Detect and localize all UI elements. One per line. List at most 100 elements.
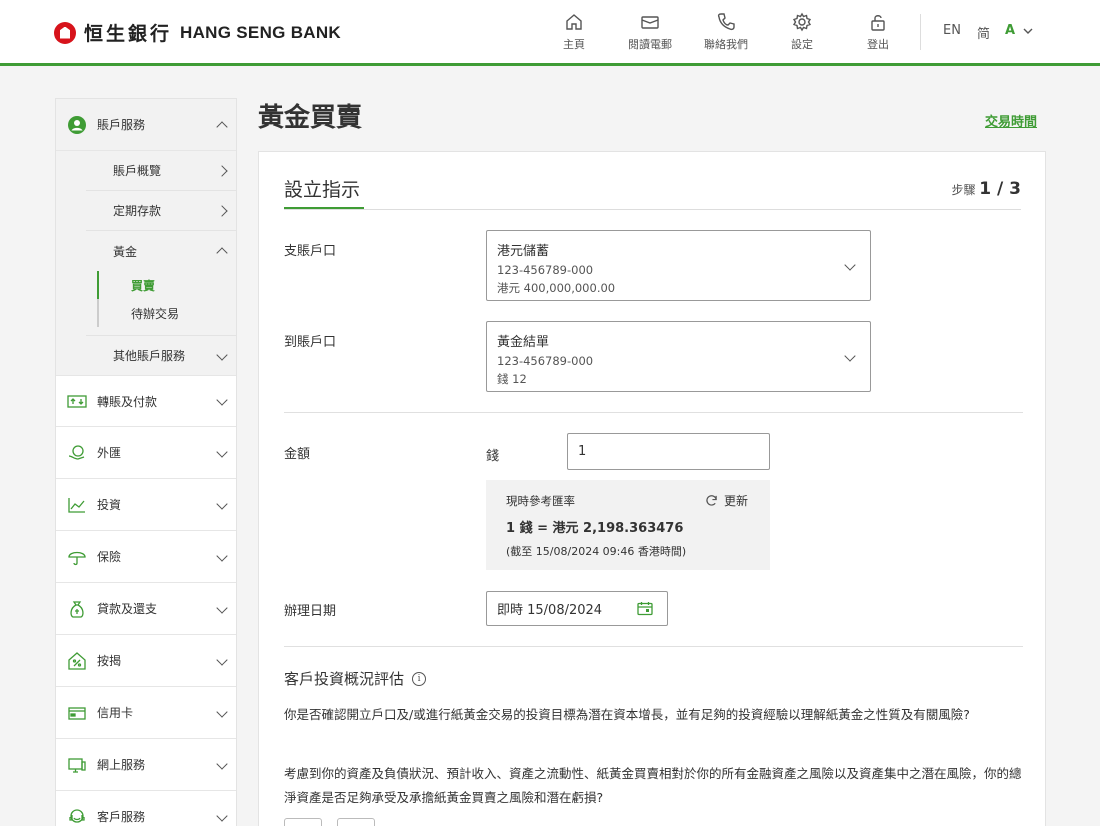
computer-icon (68, 757, 86, 773)
sidebar-item-label: 網上服務 (97, 758, 146, 772)
chevron-down-icon (216, 601, 228, 614)
sidebar-item-label: 黃金 (113, 244, 138, 259)
sidebar-item-label: 賬戶服務 (97, 118, 146, 132)
assessment-question-2: 考慮到你的資產及負債狀況、預計收入、資產之流動性、紙黃金買賣相對於你的所有金融資… (284, 766, 1022, 805)
section-title-underline (284, 207, 364, 209)
rate-line: 1 錢 = 港元 2,198.363476 (506, 517, 750, 536)
reference-rate-box: 現時參考匯率 更新 1 錢 = 港元 2,198.363476 (截至 15/0… (486, 480, 770, 570)
sidebar-item-online-services[interactable]: 網上服務 (56, 739, 236, 791)
nav-contact-label: 聯絡我們 (704, 38, 748, 51)
chevron-up-icon (216, 247, 228, 259)
chart-line-icon (68, 497, 85, 513)
sidebar-item-label: 投資 (97, 498, 122, 512)
sidebar-item-invest[interactable]: 投資 (56, 479, 236, 531)
nav-home[interactable]: 主頁 (539, 12, 609, 52)
chevron-right-icon (216, 164, 228, 177)
fx-icon (68, 444, 85, 460)
amount-unit: 錢 (486, 449, 500, 464)
mail-icon (641, 16, 659, 29)
page-title: 黃金買賣 (258, 103, 363, 133)
sidebar-item-fx[interactable]: 外匯 (56, 427, 236, 479)
chevron-down-icon (1023, 28, 1033, 34)
instruction-card: 設立指示 步驟 1 / 3 支賬戶口 港元儲蓄 123-456789-000 港… (258, 151, 1046, 826)
sidebar-item-customer-service[interactable]: 客戶服務 (56, 791, 236, 826)
assessment-title: 客戶投資概況評估 i (284, 668, 427, 689)
sidebar-item-label: 待辦交易 (131, 306, 180, 321)
chevron-down-icon (216, 497, 228, 510)
sidebar-item-account-overview[interactable]: 賬戶概覽 (86, 151, 236, 191)
chevron-down-icon (216, 445, 228, 458)
chevron-down-icon (216, 653, 228, 666)
rate-refresh-button[interactable]: 更新 (705, 492, 748, 509)
phone-icon (717, 13, 735, 31)
sidebar-item-label: 保險 (97, 550, 122, 564)
sidebar-item-label: 其他賬戶服務 (113, 349, 186, 363)
chevron-right-icon (216, 204, 228, 217)
to-account-label: 到賬戶口 (284, 335, 337, 350)
step-value: 1 / 3 (979, 179, 1021, 199)
date-label: 辦理日期 (284, 604, 337, 619)
top-header: 恒生銀行 HANG SENG BANK 主頁 閱讀電郵 聯絡我們 設定 登出 E… (0, 0, 1100, 66)
chevron-down-icon (216, 549, 228, 562)
logo-chinese-name: 恒生銀行 (84, 23, 173, 45)
to-account-select[interactable]: 黃金結單 123-456789-000 錢 12 (486, 321, 871, 392)
lang-en-link[interactable]: EN (943, 23, 961, 38)
from-account-select[interactable]: 港元儲蓄 123-456789-000 港元 400,000,000.00 (486, 230, 871, 301)
account-submenu: 賬戶概覽 定期存款 黃金 買賣 待辦交易 其他賬戶服務 (56, 151, 236, 375)
sidebar-item-label: 轉賬及付款 (97, 394, 158, 409)
bank-logo[interactable]: 恒生銀行 HANG SENG BANK (54, 19, 341, 46)
customer-service-icon (69, 808, 85, 823)
nav-mail[interactable]: 閱讀電郵 (615, 12, 685, 52)
sidebar-item-label: 買賣 (131, 278, 156, 293)
transfer-icon (67, 395, 87, 408)
sidebar-item-label: 貸款及還支 (97, 602, 158, 616)
nav-settings-label: 設定 (791, 38, 813, 51)
font-size-toggle[interactable]: A (1005, 23, 1033, 38)
from-account-balance: 港元 400,000,000.00 (497, 281, 616, 295)
sidebar: 賬戶服務 賬戶概覽 定期存款 黃金 買賣 待辦交易 其他賬戶服務 轉賬及付款 外… (55, 98, 237, 826)
amount-input[interactable]: 1 (567, 433, 770, 470)
from-account-name: 港元儲蓄 (497, 244, 550, 259)
rate-note: (截至 15/08/2024 09:46 香港時間) (506, 545, 687, 558)
trade-hours-link[interactable]: 交易時間 (985, 111, 1037, 130)
amount-label: 金額 (284, 447, 311, 462)
chevron-down-icon (216, 705, 228, 718)
nav-settings[interactable]: 設定 (767, 12, 837, 52)
rate-prefix: 1 錢 = 港元 (506, 521, 584, 536)
rate-refresh-label: 更新 (723, 494, 748, 508)
sidebar-item-gold-trade[interactable]: 買賣 (97, 271, 236, 299)
calendar-icon (637, 602, 653, 616)
nav-logout[interactable]: 登出 (843, 12, 913, 52)
logout-lock-icon (871, 15, 885, 31)
nav-logout-label: 登出 (867, 38, 889, 51)
sidebar-item-credit-card[interactable]: 信用卡 (56, 687, 236, 739)
chevron-down-icon (216, 757, 228, 770)
lang-sc-link[interactable]: 简 (977, 23, 990, 42)
form-divider (284, 646, 1023, 647)
sidebar-item-insurance[interactable]: 保險 (56, 531, 236, 583)
nav-contact[interactable]: 聯絡我們 (691, 12, 761, 52)
assessment-title-text: 客戶投資概況評估 (284, 670, 405, 688)
home-icon (566, 14, 582, 30)
date-input[interactable]: 即時 15/08/2024 (486, 591, 668, 626)
sidebar-item-other-account[interactable]: 其他賬戶服務 (86, 335, 236, 375)
gold-submenu: 買賣 待辦交易 (56, 271, 236, 335)
info-icon[interactable]: i (412, 671, 427, 686)
nav-mail-label: 閱讀電郵 (628, 38, 672, 51)
chevron-down-icon (216, 348, 228, 361)
sidebar-item-transfer[interactable]: 轉賬及付款 (56, 375, 236, 427)
answer-no-button[interactable] (337, 818, 375, 826)
sidebar-item-label: 信用卡 (97, 706, 134, 720)
sidebar-item-account-services[interactable]: 賬戶服務 (56, 99, 236, 151)
sidebar-item-gold-pending[interactable]: 待辦交易 (97, 299, 236, 327)
sidebar-item-loans[interactable]: 貸款及還支 (56, 583, 236, 635)
step-prefix: 步驟 (951, 183, 976, 197)
answer-yes-button[interactable] (284, 818, 322, 826)
sidebar-item-gold[interactable]: 黃金 (86, 231, 236, 271)
chevron-down-icon (216, 809, 228, 822)
money-bag-icon (70, 600, 84, 618)
sidebar-item-time-deposit[interactable]: 定期存款 (86, 191, 236, 231)
sidebar-item-mortgage[interactable]: 按揭 (56, 635, 236, 687)
amount-value: 1 (578, 444, 587, 459)
nav-home-label: 主頁 (563, 38, 585, 51)
